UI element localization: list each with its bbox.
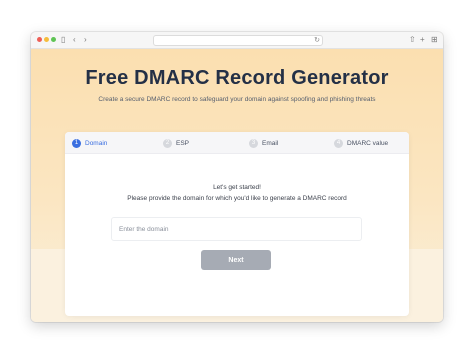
step-label: DMARC value: [347, 140, 389, 147]
generator-card: 1 Domain 2 ESP 3 Email 4 DMARC value Let…: [65, 132, 409, 316]
step-label: Email: [262, 140, 279, 147]
close-window-button[interactable]: [37, 37, 42, 42]
browser-window: ▯ ‹ › ↻ ⇧ + ⊞ Free DMARC Record Generato…: [31, 32, 443, 322]
step-number-badge: 4: [334, 139, 343, 148]
domain-input[interactable]: [111, 217, 362, 241]
chevron-left-icon[interactable]: ‹: [73, 35, 76, 45]
step-number-badge: 2: [163, 139, 172, 148]
intro-heading: Let's get started!: [213, 184, 261, 191]
share-icon[interactable]: ⇧: [409, 35, 416, 45]
minimize-window-button[interactable]: [44, 37, 49, 42]
intro-description: Please provide the domain for which you'…: [127, 195, 347, 202]
page-title: Free DMARC Record Generator: [85, 67, 389, 89]
step-indicator: 1 Domain 2 ESP 3 Email 4 DMARC value: [65, 132, 409, 154]
step-domain[interactable]: 1 Domain: [72, 138, 107, 149]
tabs-overview-icon[interactable]: ⊞: [431, 35, 438, 45]
address-bar[interactable]: ↻: [153, 35, 323, 46]
maximize-window-button[interactable]: [51, 37, 56, 42]
step-dmarc-value[interactable]: 4 DMARC value: [334, 138, 388, 149]
browser-toolbar: ▯ ‹ › ↻ ⇧ + ⊞: [31, 32, 443, 49]
chevron-right-icon[interactable]: ›: [84, 35, 87, 45]
next-button[interactable]: Next: [201, 250, 271, 270]
plus-icon[interactable]: +: [420, 35, 425, 45]
reload-icon[interactable]: ↻: [314, 36, 320, 45]
step-label: Domain: [85, 140, 108, 147]
sidebar-icon[interactable]: ▯: [61, 35, 65, 45]
step-label: ESP: [176, 140, 190, 147]
page-subtitle: Create a secure DMARC record to safeguar…: [98, 96, 376, 103]
step-number-badge: 3: [249, 139, 258, 148]
step-number-badge: 1: [72, 139, 81, 148]
step-esp[interactable]: 2 ESP: [163, 138, 189, 149]
step-email[interactable]: 3 Email: [249, 138, 278, 149]
page-content: Free DMARC Record Generator Create a sec…: [31, 49, 443, 322]
